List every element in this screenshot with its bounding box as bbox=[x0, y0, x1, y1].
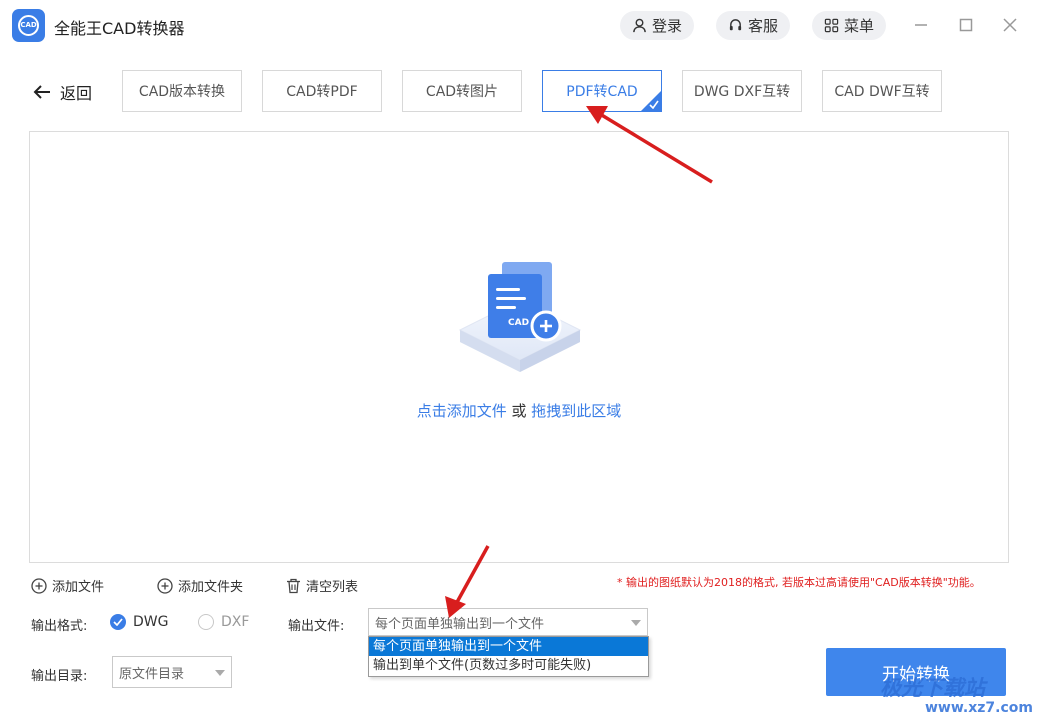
minimize-icon[interactable] bbox=[910, 14, 932, 36]
check-icon bbox=[649, 100, 659, 109]
tab-cad-version-convert[interactable]: CAD版本转换 bbox=[122, 70, 242, 112]
dropdown-option[interactable]: 每个页面单独输出到一个文件 bbox=[369, 637, 648, 656]
tab-cad-to-image[interactable]: CAD转图片 bbox=[402, 70, 522, 112]
radio-checked-icon bbox=[110, 614, 126, 630]
output-file-dropdown: 每个页面单独输出到一个文件 输出到单个文件(页数过多时可能失败) bbox=[368, 636, 649, 677]
output-dir-value: 原文件目录 bbox=[119, 666, 185, 682]
grid-icon bbox=[824, 18, 839, 33]
tab-label: DWG DXF互转 bbox=[693, 84, 791, 100]
service-label: 客服 bbox=[748, 17, 779, 35]
title-bar: CAD 全能王CAD转换器 登录 客服 菜单 bbox=[0, 0, 1038, 52]
login-label: 登录 bbox=[652, 17, 683, 35]
drop-instructions: 点击添加文件 或 拖拽到此区域 bbox=[30, 400, 1008, 421]
plus-circle-icon bbox=[157, 577, 173, 594]
tab-cad-to-pdf[interactable]: CAD转PDF bbox=[262, 70, 382, 112]
output-file-select[interactable]: 每个页面单独输出到一个文件 bbox=[368, 608, 648, 636]
trash-icon bbox=[287, 578, 300, 593]
tab-label: CAD版本转换 bbox=[138, 84, 226, 100]
menu-label: 菜单 bbox=[844, 17, 875, 35]
add-folder-label: 添加文件夹 bbox=[178, 580, 244, 595]
service-button[interactable]: 客服 bbox=[716, 11, 791, 40]
user-icon bbox=[633, 18, 646, 33]
format-note: * 输出的图纸默认为2018的格式, 若版本过高请使用"CAD版本转换"功能。 bbox=[617, 576, 981, 589]
format-dwg-label: DWG bbox=[133, 614, 169, 630]
file-drop-zone[interactable]: CAD 点击添加文件 或 拖拽到此区域 bbox=[29, 131, 1009, 563]
menu-button[interactable]: 菜单 bbox=[812, 11, 887, 40]
output-dir-select[interactable]: 原文件目录 bbox=[112, 656, 232, 688]
tab-label: PDF转CAD bbox=[566, 84, 638, 100]
chevron-down-icon bbox=[215, 670, 225, 676]
chevron-down-icon bbox=[631, 620, 641, 626]
watermark-url: www.xz7.com bbox=[925, 700, 1033, 716]
dropdown-option[interactable]: 输出到单个文件(页数过多时可能失败) bbox=[369, 656, 648, 675]
add-file-label: 添加文件 bbox=[52, 580, 105, 595]
login-button[interactable]: 登录 bbox=[620, 11, 695, 40]
tab-label: CAD DWF互转 bbox=[834, 84, 930, 100]
add-file-button[interactable]: 添加文件 bbox=[31, 576, 104, 595]
maximize-icon[interactable] bbox=[955, 14, 977, 36]
add-folder-button[interactable]: 添加文件夹 bbox=[157, 576, 243, 595]
app-logo: CAD bbox=[12, 9, 45, 42]
cad-badge-text: CAD bbox=[508, 318, 530, 328]
radio-unchecked-icon bbox=[198, 614, 214, 630]
tab-label: CAD转PDF bbox=[286, 84, 358, 100]
clear-list-label: 清空列表 bbox=[306, 580, 359, 595]
app-title: 全能王CAD转换器 bbox=[54, 19, 185, 38]
format-dxf-radio[interactable]: DXF bbox=[198, 614, 249, 630]
add-file-link[interactable]: 点击添加文件 bbox=[417, 402, 507, 420]
app-logo-text: CAD bbox=[18, 15, 39, 36]
watermark-logo: 极光下载站 bbox=[880, 676, 985, 700]
back-label: 返回 bbox=[60, 84, 93, 103]
or-text: 或 bbox=[506, 402, 532, 420]
tab-cad-dwf-convert[interactable]: CAD DWF互转 bbox=[822, 70, 942, 112]
arrow-left-icon bbox=[33, 85, 50, 99]
close-icon[interactable] bbox=[999, 14, 1021, 36]
format-dwg-radio[interactable]: DWG bbox=[110, 614, 168, 630]
drag-here-link: 拖拽到此区域 bbox=[531, 402, 622, 420]
plus-circle-icon bbox=[31, 577, 47, 594]
format-dxf-label: DXF bbox=[221, 614, 250, 630]
headset-icon bbox=[729, 19, 742, 31]
output-dir-label: 输出目录: bbox=[31, 669, 88, 684]
clear-list-button[interactable]: 清空列表 bbox=[286, 576, 358, 595]
output-format-label: 输出格式: bbox=[31, 619, 88, 634]
output-file-label: 输出文件: bbox=[288, 619, 345, 634]
tab-dwg-dxf-convert[interactable]: DWG DXF互转 bbox=[682, 70, 802, 112]
output-file-value: 每个页面单独输出到一个文件 bbox=[375, 616, 545, 632]
back-button[interactable]: 返回 bbox=[32, 80, 92, 104]
tab-label: CAD转图片 bbox=[425, 84, 499, 100]
tab-pdf-to-cad[interactable]: PDF转CAD bbox=[542, 70, 662, 112]
